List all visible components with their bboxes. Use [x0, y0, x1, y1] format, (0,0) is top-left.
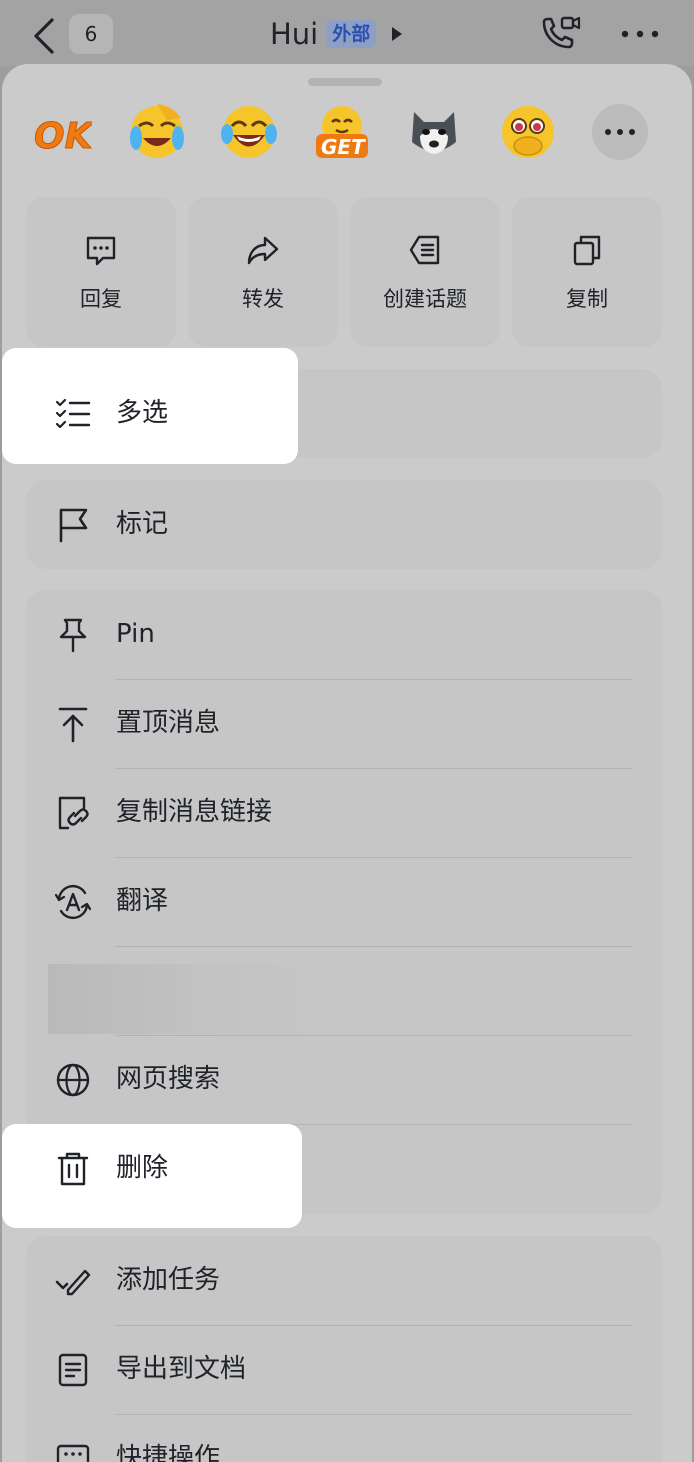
emoji-reaction-row: OK GET: [0, 98, 694, 168]
get-emoji-icon[interactable]: GET: [312, 102, 372, 162]
export-to-doc-item[interactable]: 导出到文档: [26, 1325, 662, 1414]
chat-title[interactable]: Hui 外部: [270, 14, 404, 54]
external-tag: 外部: [326, 20, 377, 48]
quick-action-item[interactable]: 快捷操作: [26, 1414, 662, 1462]
copy-message-link-label: 复制消息链接: [116, 797, 273, 827]
forward-button[interactable]: 转发: [188, 197, 338, 347]
chat-name: Hui: [270, 17, 319, 51]
get-emoji-text: GET: [321, 135, 366, 159]
forward-label: 转发: [242, 287, 284, 311]
ok-emoji-text: OK: [34, 116, 92, 157]
copy-button[interactable]: 复制: [512, 197, 662, 347]
reply-button[interactable]: 回复: [26, 197, 176, 347]
document-icon: [58, 1353, 88, 1387]
create-topic-icon: [409, 235, 440, 265]
export-to-doc-label: 导出到文档: [116, 1354, 247, 1384]
multi-select-item[interactable]: 多选: [26, 369, 662, 458]
more-horizontal-icon: [605, 129, 635, 135]
create-topic-label: 创建话题: [383, 287, 467, 311]
copy-message-link-item[interactable]: 复制消息链接: [26, 768, 662, 857]
add-task-icon: [55, 1269, 91, 1296]
copy-icon: [573, 235, 601, 266]
web-search-label: 网页搜索: [116, 1064, 221, 1094]
pin-icon: [59, 618, 87, 653]
more-horizontal-icon[interactable]: [620, 28, 660, 40]
add-task-label: 添加任务: [116, 1265, 221, 1295]
forward-icon: [247, 236, 279, 265]
delete-label: 删除: [116, 1153, 169, 1183]
chat-header: 6 Hui 外部: [0, 0, 694, 66]
copy-link-icon: [58, 796, 89, 830]
translate-icon: [54, 884, 92, 920]
checklist-icon: [55, 398, 91, 429]
laughing-face-icon[interactable]: [219, 102, 279, 162]
triangle-right-icon: [392, 27, 403, 41]
arrow-up-to-top-icon: [58, 707, 88, 743]
sheet-drag-handle[interactable]: [308, 78, 382, 86]
back-chevron-icon[interactable]: [30, 16, 58, 56]
mark-label: 标记: [116, 509, 169, 539]
translate-label: 翻译: [116, 886, 169, 916]
quick-action-label: 快捷操作: [116, 1443, 221, 1462]
quick-action-icon: [56, 1444, 90, 1462]
reply-label: 回复: [80, 287, 122, 311]
divider: [115, 946, 632, 947]
pin-label: Pin: [116, 619, 155, 649]
globe-icon: [56, 1063, 90, 1097]
create-topic-button[interactable]: 创建话题: [350, 197, 500, 347]
blurred-menu-item[interactable]: [48, 964, 320, 1034]
multi-select-label: 多选: [116, 398, 169, 428]
translate-item[interactable]: 翻译: [26, 857, 662, 946]
delete-item[interactable]: 删除: [26, 1124, 662, 1213]
flag-icon: [59, 508, 88, 543]
more-emoji-button[interactable]: [592, 104, 648, 160]
trash-icon: [57, 1152, 89, 1186]
pin-to-top-label: 置顶消息: [116, 708, 221, 738]
add-task-item[interactable]: 添加任务: [26, 1236, 662, 1325]
mark-item[interactable]: 标记: [26, 480, 662, 569]
web-search-item[interactable]: 网页搜索: [26, 1035, 662, 1124]
unread-count-badge[interactable]: 6: [69, 14, 113, 54]
video-call-icon[interactable]: [538, 14, 582, 54]
pleading-face-covering-mouth-icon[interactable]: [498, 102, 558, 162]
reply-icon: [86, 236, 116, 266]
pin-item[interactable]: Pin: [26, 590, 662, 679]
face-with-tears-of-joy-covering-icon[interactable]: [127, 102, 187, 162]
copy-label: 复制: [566, 287, 608, 311]
husky-dog-emoji-icon[interactable]: [404, 102, 464, 162]
ok-emoji-icon[interactable]: OK: [32, 102, 93, 162]
pin-to-top-item[interactable]: 置顶消息: [26, 679, 662, 768]
